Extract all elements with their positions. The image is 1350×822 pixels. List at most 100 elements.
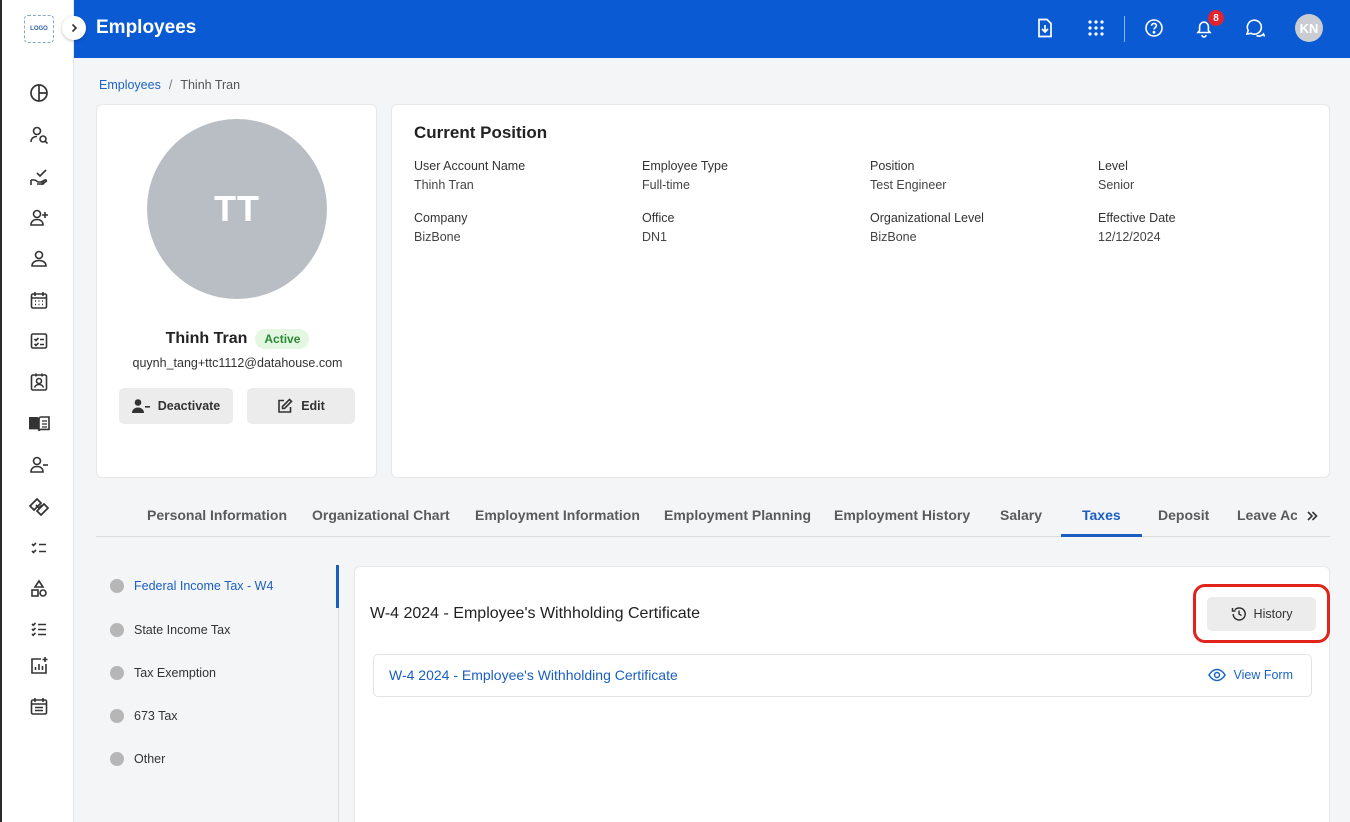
logo: LOGO [24,15,54,43]
tabs-scroll-right-icon[interactable] [1301,505,1323,527]
apps-grid-icon[interactable] [1083,15,1109,41]
tab-personal-information[interactable]: Personal Information [147,507,287,523]
current-position-card: Current Position User Account Name Thinh… [391,104,1330,478]
help-icon[interactable] [1141,15,1167,41]
field-level: Level Senior [1098,159,1134,192]
user-minus-icon[interactable] [26,452,52,478]
history-label: History [1253,607,1293,621]
status-dot [110,709,124,723]
sidebar-expand-button[interactable] [62,16,86,40]
field-company: Company BizBone [414,211,468,244]
task-list-icon[interactable] [26,535,52,561]
field-label: Effective Date [1098,211,1176,225]
eye-icon [1208,668,1227,682]
edit-button[interactable]: Edit [247,388,355,424]
current-position-title: Current Position [414,123,548,142]
field-value: BizBone [414,230,461,244]
tax-item-label: Tax Exemption [134,666,216,680]
breadcrumb-employees-link[interactable]: Employees [99,78,161,92]
tab-employment-information[interactable]: Employment Information [475,507,640,523]
w4-form-link[interactable]: W-4 2024 - Employee's Withholding Certif… [389,667,678,683]
field-value: Test Engineer [870,178,947,192]
tab-organizational-chart[interactable]: Organizational Chart [312,507,450,523]
field-value: DN1 [642,230,668,244]
breadcrumb-separator: / [168,78,173,92]
tab-employment-history[interactable]: Employment History [834,507,970,523]
name-row: Thinh Tran Active [97,329,378,349]
employee-avatar: TT [147,119,327,299]
tab-taxes[interactable]: Taxes [1082,507,1121,523]
status-badge: Active [255,329,310,349]
tax-item-state[interactable]: State Income Tax [110,623,230,637]
user-icon[interactable] [26,246,52,272]
employee-name: Thinh Tran [165,330,248,347]
report-add-icon[interactable] [26,653,52,679]
checklist-icon[interactable] [26,328,52,354]
w4-card: W-4 2024 - Employee's Withholding Certif… [354,566,1330,822]
tab-leave-clip: Leave Ac [1237,496,1297,534]
chat-icon[interactable] [1242,15,1268,41]
user-plus-icon[interactable] [26,205,52,231]
tax-item-other[interactable]: Other [110,752,165,766]
profile-card: TT Thinh Tran Active quynh_tang+ttc1112@… [96,104,377,478]
top-bar-divider [1124,16,1125,42]
employee-email: quynh_tang+ttc1112@datahouse.com [132,356,343,370]
field-value: BizBone [870,230,917,244]
view-form-button[interactable]: View Form [1208,668,1293,682]
field-value: Thinh Tran [414,178,474,192]
field-label: Position [870,159,915,173]
field-value: Senior [1098,178,1135,192]
field-label: Organizational Level [870,211,984,225]
field-label: Level [1098,159,1128,173]
tax-item-673[interactable]: 673 Tax [110,709,178,723]
field-employee-type: Employee Type Full-time [642,159,728,192]
user-search-icon[interactable] [26,122,52,148]
field-value: Full-time [642,178,690,192]
field-organizational-level: Organizational Level BizBone [870,211,984,244]
deactivate-button[interactable]: Deactivate [119,388,233,424]
tax-item-label: Other [134,752,166,766]
history-button[interactable]: History [1207,597,1316,631]
tax-item-federal[interactable]: Federal Income Tax - W4 [110,579,273,593]
hand-check-icon[interactable] [26,164,52,190]
dashboard-icon[interactable] [26,80,52,106]
tax-item-exemption[interactable]: Tax Exemption [110,666,216,680]
handshake-icon[interactable] [26,494,52,520]
field-label: Office [642,211,675,225]
tab-leave[interactable]: Leave Ac [1237,507,1297,523]
list-check-icon[interactable] [26,616,52,642]
status-dot [110,623,124,637]
download-icon[interactable] [1032,15,1058,41]
field-office: Office DN1 [642,211,674,244]
edit-icon [278,398,293,413]
calendar-list-icon[interactable] [26,693,52,719]
tax-active-indicator [336,565,339,608]
breadcrumb: Employees / Thinh Tran [99,78,240,92]
history-icon [1231,607,1246,621]
field-label: Company [414,211,468,225]
field-label: User Account Name [414,159,526,173]
user-avatar[interactable]: KN [1295,14,1323,42]
w4-section-title: W-4 2024 - Employee's Withholding Certif… [370,605,701,622]
tax-item-label: 673 Tax [134,709,178,723]
field-label: Employee Type [642,159,728,173]
tab-employment-planning[interactable]: Employment Planning [664,507,811,523]
shapes-icon[interactable] [26,576,52,602]
contact-card-icon[interactable] [26,369,52,395]
sidebar: LOGO [0,0,74,822]
active-tab-indicator [1061,534,1142,537]
tab-salary[interactable]: Salary [1000,507,1042,523]
field-effective-date: Effective Date 12/12/2024 [1098,211,1176,244]
tab-deposit[interactable]: Deposit [1158,507,1209,523]
tax-item-label: State Income Tax [134,623,231,637]
calendar-icon[interactable] [26,287,52,313]
user-minus-icon [131,399,150,413]
tab-bar: Personal Information Organizational Char… [96,496,1330,537]
status-dot [110,752,124,766]
tax-section-list: Federal Income Tax - W4 State Income Tax… [96,540,339,822]
view-form-label: View Form [1233,668,1293,682]
status-dot [110,666,124,680]
notification-badge: 8 [1208,10,1224,26]
field-value: 12/12/2024 [1098,230,1161,244]
book-icon[interactable] [26,411,52,437]
